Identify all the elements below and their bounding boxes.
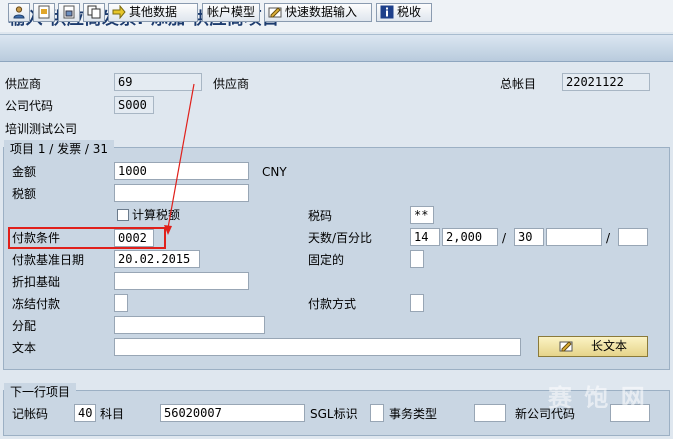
next-item-group-title: 下一行项目 <box>4 383 77 400</box>
sgl-indicator-label: SGL标识 <box>310 407 358 421</box>
posting-key-label: 记帐码 <box>12 407 49 421</box>
transaction-type-label: 事务类型 <box>389 407 438 421</box>
account-field[interactable]: 56020007 <box>160 404 305 422</box>
annotation-arrow <box>164 83 195 235</box>
account-label: 科目 <box>100 407 125 421</box>
watermark: 赛 饱 网 <box>548 384 647 412</box>
transaction-type-field[interactable] <box>474 404 506 422</box>
sgl-indicator-field[interactable] <box>370 404 384 422</box>
posting-key-field[interactable]: 40 <box>74 404 96 422</box>
